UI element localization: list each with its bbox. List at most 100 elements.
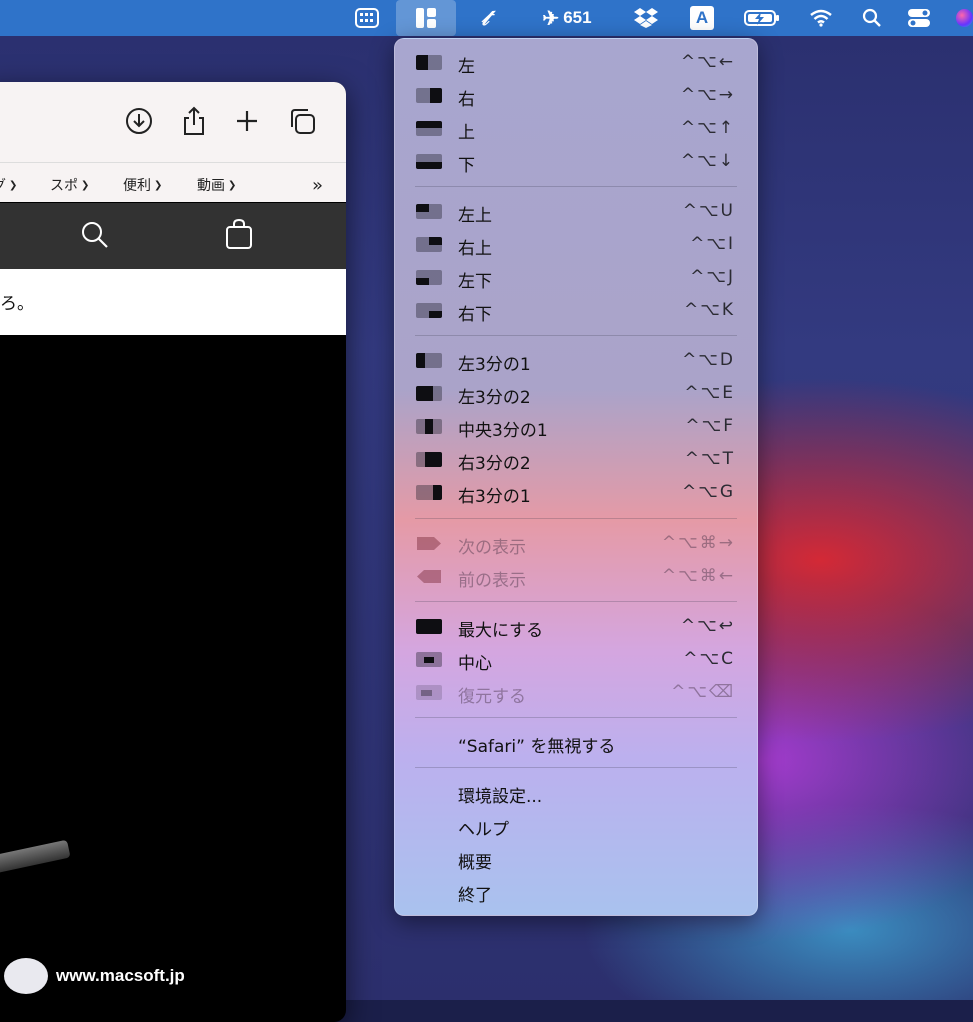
menu-item[interactable]: 下 ^⌥↓ xyxy=(395,145,757,178)
quarter-top-left-icon xyxy=(416,204,442,219)
share-icon[interactable] xyxy=(177,104,211,138)
menu-item-label: “Safari” を無視する xyxy=(458,737,616,757)
menu-item-label: 終了 xyxy=(458,886,492,906)
menu-item-label: 復元する xyxy=(458,687,526,707)
chevron-down-icon: ❯ xyxy=(228,179,237,191)
quarter-top-right-icon xyxy=(416,237,442,252)
menu-item[interactable]: 左3分の1 ^⌥D xyxy=(395,344,757,377)
site-header xyxy=(0,203,346,269)
menu-item[interactable]: 上 ^⌥↑ xyxy=(395,112,757,145)
half-bottom-icon xyxy=(416,154,442,169)
menu-item-shortcut: ^⌥⌘← xyxy=(661,566,735,586)
favorite-folder[interactable]: グ❯ xyxy=(0,174,17,196)
keyboard-input-icon[interactable]: A xyxy=(688,0,716,36)
third-center-icon xyxy=(416,419,442,434)
menu-item[interactable]: 右上 ^⌥I xyxy=(395,228,757,261)
shopping-bag-icon[interactable] xyxy=(224,218,254,254)
menu-item-shortcut: ^⌥D xyxy=(682,350,735,370)
menu-item-shortcut: ^⌥↓ xyxy=(680,151,735,171)
menu-item[interactable]: 概要 xyxy=(395,842,757,875)
page-text: ろ。 xyxy=(0,294,34,314)
menu-item-shortcut: ^⌥J xyxy=(690,267,735,287)
menu-item[interactable]: 左上 ^⌥U xyxy=(395,195,757,228)
page-banner: ろ。 xyxy=(0,269,346,335)
chevron-down-icon: ❯ xyxy=(81,179,90,191)
menu-bar: 𝓉 ✈ 651 A xyxy=(0,0,973,36)
menu-item[interactable]: 右3分の2 ^⌥T xyxy=(395,443,757,476)
menu-item[interactable]: 右 ^⌥→ xyxy=(395,79,757,112)
menu-item-label: 左上 xyxy=(458,206,492,226)
new-tab-icon[interactable] xyxy=(230,104,264,138)
menu-item-label: 左3分の2 xyxy=(458,388,531,408)
menu-item-shortcut: ^⌥I xyxy=(690,234,735,254)
menu-item[interactable]: 終了 xyxy=(395,875,757,908)
rectangle-app-icon[interactable] xyxy=(396,0,456,36)
spotlight-search-icon[interactable] xyxy=(858,0,886,36)
menu-item-shortcut: ^⌥↑ xyxy=(680,118,735,138)
siri-icon[interactable] xyxy=(956,0,973,36)
menu-item-shortcut: ^⌥U xyxy=(682,201,735,221)
rectangle-dropdown-menu: 左 ^⌥← 右 ^⌥→ 上 ^⌥↑ 下 ^⌥↓ 左上 ^⌥U 右上 ^⌥I 左下 ^⌥J 右下 ^⌥K 左3分の… xyxy=(394,38,758,916)
menu-item-shortcut: ^⌥G xyxy=(681,482,735,502)
download-icon[interactable] xyxy=(122,104,156,138)
menu-item-label: 右 xyxy=(458,90,475,110)
menu-item-shortcut: ^⌥⌫ xyxy=(671,682,735,702)
typinator-icon[interactable]: 𝓉 xyxy=(470,0,500,36)
menu-separator xyxy=(415,518,737,519)
menu-item[interactable]: 左 ^⌥← xyxy=(395,46,757,79)
menu-item-label: 環境設定... xyxy=(458,787,543,807)
product-image xyxy=(0,839,71,883)
airplane-icon: ✈ xyxy=(542,7,560,30)
wifi-icon[interactable] xyxy=(806,0,836,36)
menu-separator xyxy=(415,186,737,187)
safari-toolbar: グ❯ スポ❯ 便利❯ 動画❯ » xyxy=(0,82,346,202)
menu-item[interactable]: 左3分の2 ^⌥E xyxy=(395,377,757,410)
favorite-folder[interactable]: 便利 ❯ xyxy=(123,174,162,196)
restore-icon xyxy=(416,685,442,700)
flight-status[interactable]: ✈ 651 xyxy=(534,0,600,36)
menu-item-label: 次の表示 xyxy=(458,538,526,558)
menu-item[interactable]: 中央3分の1 ^⌥F xyxy=(395,410,757,443)
dropbox-icon[interactable] xyxy=(630,0,662,36)
menu-separator xyxy=(415,601,737,602)
menu-item-shortcut: ^⌥K xyxy=(684,300,735,320)
search-icon[interactable] xyxy=(80,220,110,254)
menu-item-label: 中心 xyxy=(458,654,492,674)
menu-item-label: ヘルプ xyxy=(458,820,509,840)
menu-item-label: 右3分の1 xyxy=(458,487,531,507)
menu-item[interactable]: 中心 ^⌥C xyxy=(395,643,757,676)
menu-item[interactable]: 右下 ^⌥K xyxy=(395,294,757,327)
window-grid-icon[interactable] xyxy=(352,0,382,36)
menu-item[interactable]: 最大にする ^⌥↩ xyxy=(395,610,757,643)
menu-separator xyxy=(415,767,737,768)
menu-item[interactable]: “Safari” を無視する xyxy=(395,726,757,759)
center-icon xyxy=(416,652,442,667)
favorite-folder[interactable]: 動画 ❯ xyxy=(197,174,236,196)
flight-count: 651 xyxy=(563,8,592,27)
menu-item-shortcut: ^⌥⌘→ xyxy=(661,533,735,553)
menu-item-label: 右3分の2 xyxy=(458,454,531,474)
battery-charging-icon[interactable] xyxy=(742,0,782,36)
quarter-bottom-right-icon xyxy=(416,303,442,318)
favorite-folder[interactable]: スポ ❯ xyxy=(50,174,89,196)
control-center-icon[interactable] xyxy=(904,0,934,36)
menu-item-shortcut: ^⌥T xyxy=(684,449,735,469)
menu-item[interactable]: 右3分の1 ^⌥G xyxy=(395,476,757,509)
menu-item-label: 左3分の1 xyxy=(458,355,531,375)
menu-item[interactable]: 環境設定... xyxy=(395,776,757,809)
menu-item: 前の表示 ^⌥⌘← xyxy=(395,560,757,593)
menu-item[interactable]: 左下 ^⌥J xyxy=(395,261,757,294)
menu-separator xyxy=(415,335,737,336)
menu-item-shortcut: ^⌥← xyxy=(680,52,735,72)
maximize-icon xyxy=(416,619,442,634)
menu-item-label: 概要 xyxy=(458,853,492,873)
menu-item-label: 左 xyxy=(458,57,475,77)
menu-separator xyxy=(415,717,737,718)
tab-overview-icon[interactable] xyxy=(285,104,319,138)
menu-item-label: 中央3分の1 xyxy=(458,421,548,441)
two-thirds-left-icon xyxy=(416,386,442,401)
more-favorites-icon[interactable]: » xyxy=(312,174,323,196)
menu-item-label: 右上 xyxy=(458,239,492,259)
third-right-icon xyxy=(416,485,442,500)
menu-item[interactable]: ヘルプ xyxy=(395,809,757,842)
